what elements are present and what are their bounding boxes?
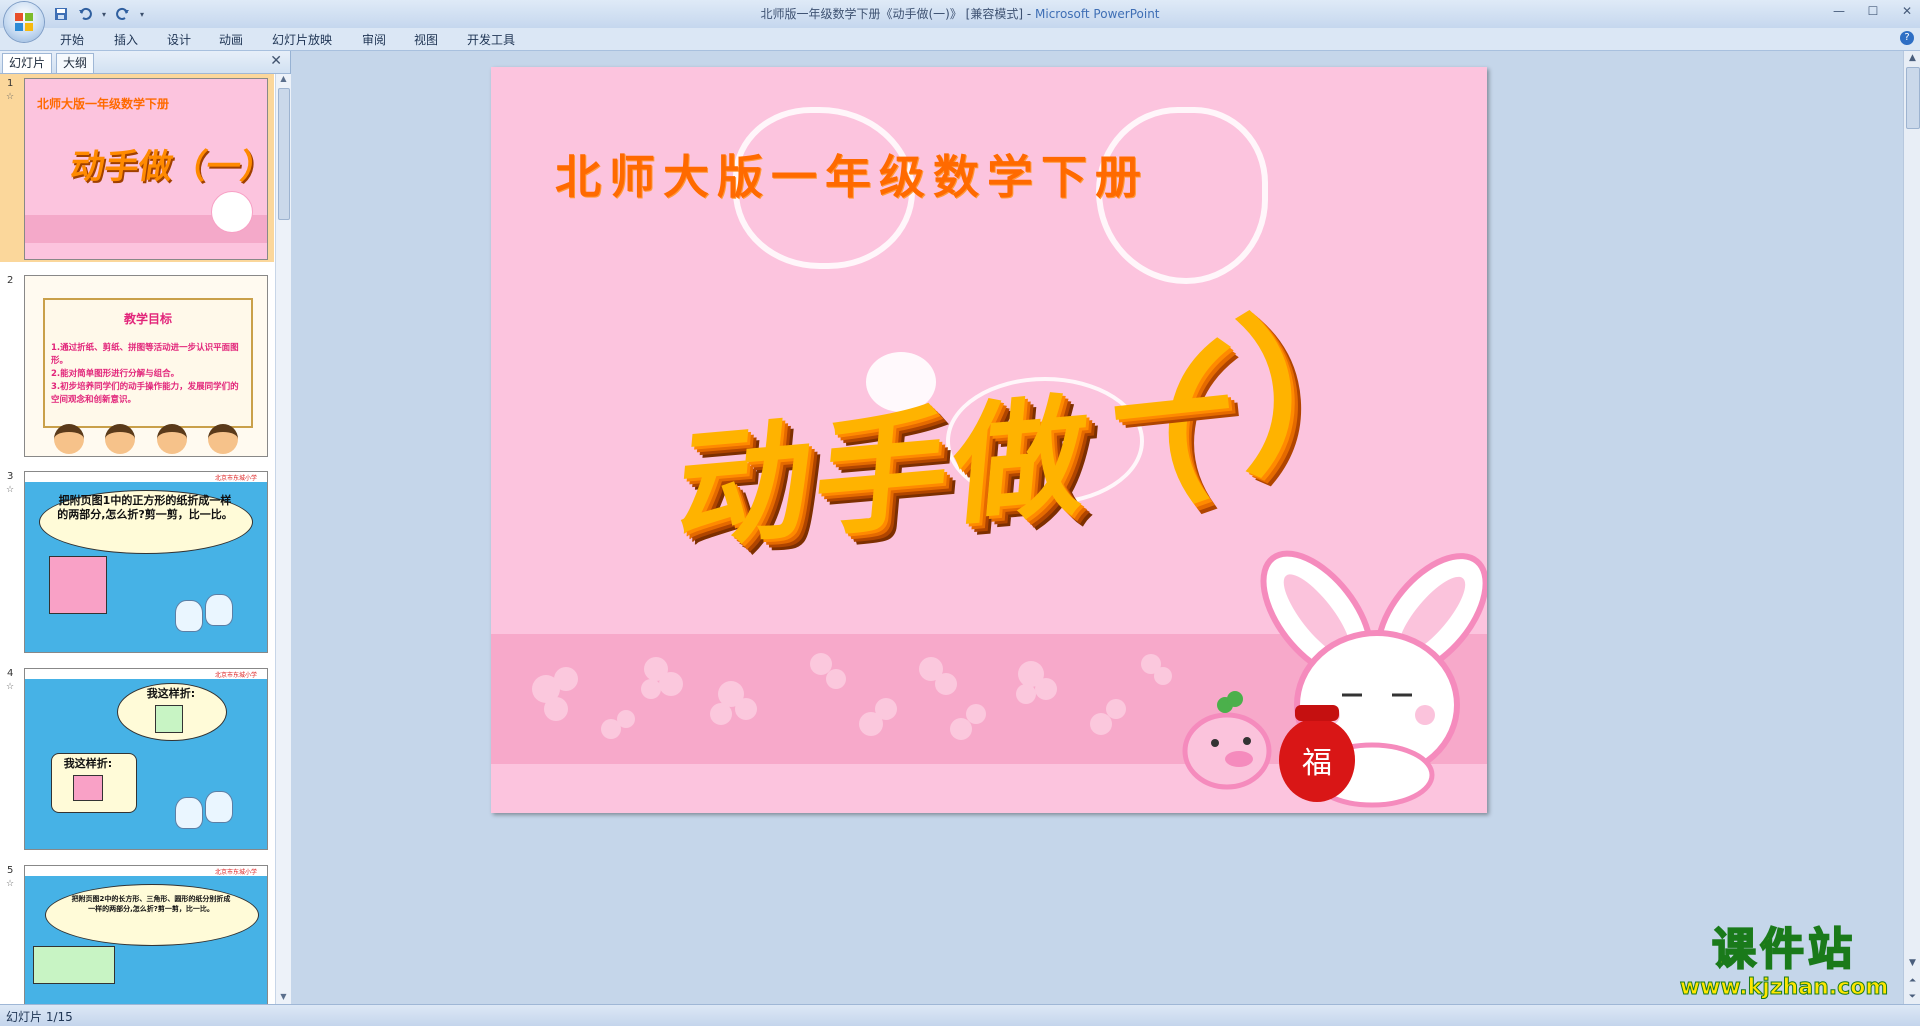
app-name: Microsoft PowerPoint — [1035, 7, 1160, 21]
mini-title: 北师大版一年级数学下册 — [37, 97, 170, 111]
scroll-frame: 教学目标 1.通过折纸、剪纸、拼图等活动进一步认识平面图形。 2.能对简单图形进… — [43, 298, 253, 428]
mini-slide: 教学目标 1.通过折纸、剪纸、拼图等活动进一步认识平面图形。 2.能对简单图形进… — [24, 275, 268, 457]
window-title: 北师版一年级数学下册《动手做(一)》 [兼容模式] - Microsoft Po… — [0, 5, 1920, 22]
robot-icon — [175, 600, 203, 632]
folded-rectangle — [73, 775, 103, 801]
tab-insert[interactable]: 插入 — [114, 31, 138, 48]
slide-counter: 幻灯片 1/15 — [6, 1010, 73, 1024]
current-slide[interactable]: 北师大版一年级数学下册 动手做 （ 一 ） 福 — [491, 67, 1487, 813]
bunny-illustration-icon: 福 — [1182, 550, 1487, 808]
animation-star-icon: ☆ — [6, 879, 15, 889]
watermark-url: www.kjzhan.com — [1679, 975, 1889, 1000]
cloud-text: 把附页图1中的正方形的纸折成一样的两部分,怎么折?剪一剪，比一比。 — [57, 494, 233, 521]
slide-number: 5 — [7, 865, 14, 876]
dash-one: 一 — [1105, 336, 1240, 489]
thumbnail-list: 1 ☆ 北师大版一年级数学下册 动手做（一） 2 教学目标 1.通过折纸、剪纸、… — [0, 74, 274, 1004]
thumbnail-scrollbar[interactable]: ▲ ▼ — [275, 74, 291, 1004]
animation-star-icon: ☆ — [6, 485, 15, 495]
scroll-down-icon[interactable]: ▼ — [276, 992, 291, 1004]
tab-slides[interactable]: 幻灯片 — [2, 53, 53, 73]
tab-animations[interactable]: 动画 — [219, 31, 243, 48]
objective-line: 3.初步培养同学们的动手操作能力，发展同学们的空间观念和创新意识。 — [51, 382, 239, 405]
title-separator: - — [1023, 7, 1035, 21]
scroll-up-icon[interactable]: ▲ — [1904, 53, 1920, 63]
slide-number: 2 — [7, 275, 14, 286]
close-icon[interactable]: ✕ — [1900, 4, 1914, 18]
robot-icon — [205, 594, 233, 626]
robot-icon — [205, 791, 233, 823]
help-icon[interactable]: ? — [1900, 31, 1914, 45]
slide-number: 4 — [7, 668, 14, 679]
mini-lines: 1.通过折纸、剪纸、拼图等活动进一步认识平面图形。 2.能对简单图形进行分解与组… — [51, 342, 247, 407]
tab-review[interactable]: 审阅 — [362, 31, 386, 48]
minimize-icon[interactable]: — — [1832, 4, 1846, 18]
slide-title[interactable]: 北师大版一年级数学下册 — [555, 141, 1149, 207]
next-slide-icon[interactable]: ⏷ — [1904, 992, 1920, 1002]
kid-icon — [53, 424, 84, 454]
maximize-icon[interactable]: ☐ — [1866, 4, 1880, 18]
pane-close-icon[interactable]: ✕ — [270, 53, 282, 69]
pink-square — [49, 556, 107, 614]
mini-slide: 北京市东城小学 我这样折: 我这样折: — [24, 668, 268, 850]
objective-line: 2.能对简单图形进行分解与组合。 — [51, 369, 180, 379]
site-watermark: 课件站 www.kjzhan.com — [1666, 923, 1902, 1002]
window-controls: — ☐ ✕ — [1832, 4, 1914, 18]
thumbnail-slide-1[interactable]: 1 ☆ 北师大版一年级数学下册 动手做（一） — [0, 74, 274, 262]
office-button[interactable] — [4, 2, 44, 42]
scroll-thumb[interactable] — [1906, 67, 1920, 129]
editor-scrollbar[interactable]: ▲ ▼ ⏶ ⏷ — [1903, 51, 1920, 1004]
folded-square — [155, 705, 183, 733]
slides-pane: 幻灯片 大纲 ✕ 1 ☆ 北师大版一年级数学下册 动手做（一） 2 教学目标 1… — [0, 51, 291, 1004]
ribbon-tabs: 开始 插入 设计 动画 幻灯片放映 审阅 视图 开发工具 — [0, 28, 1920, 51]
paren-close: ） — [1230, 289, 1414, 501]
watermark-name: 课件站 — [1711, 923, 1856, 976]
scroll-thumb[interactable] — [278, 88, 290, 220]
office-logo-icon — [15, 13, 33, 31]
kids-illustration — [43, 424, 249, 454]
bunny-icon — [211, 191, 253, 233]
pane-tabs: 幻灯片 大纲 ✕ — [0, 51, 290, 74]
slide-editor: 北师大版一年级数学下册 动手做 （ 一 ） 福 课件站 www.kjzhan.c… — [291, 51, 1903, 1004]
robot-icon — [175, 797, 203, 829]
tab-outline[interactable]: 大纲 — [56, 53, 95, 73]
tab-developer[interactable]: 开发工具 — [467, 31, 515, 48]
status-bar: 幻灯片 1/15 — [0, 1004, 1920, 1026]
thumbnail-slide-3[interactable]: 3 ☆ 北京市东城小学 把附页图1中的正方形的纸折成一样的两部分,怎么折?剪一剪… — [0, 467, 274, 655]
slide-number: 1 — [7, 78, 14, 89]
scroll-up-icon[interactable]: ▲ — [276, 74, 291, 86]
scroll-down-icon[interactable]: ▼ — [1904, 958, 1920, 968]
mini-header: 北京市东城小学 — [214, 475, 257, 482]
previous-slide-icon[interactable]: ⏶ — [1904, 976, 1920, 986]
cloud-text: 我这样折: — [63, 757, 113, 770]
mini-heading: 教学目标 — [123, 312, 172, 326]
kid-icon — [208, 424, 239, 454]
green-rectangle — [33, 946, 115, 984]
animation-star-icon: ☆ — [6, 682, 15, 692]
objective-line: 1.通过折纸、剪纸、拼图等活动进一步认识平面图形。 — [51, 343, 239, 366]
mini-big-title: 动手做（一） — [67, 147, 268, 187]
svg-text:福: 福 — [1302, 746, 1332, 781]
tab-home[interactable]: 开始 — [60, 31, 84, 48]
tab-slideshow[interactable]: 幻灯片放映 — [272, 31, 332, 48]
slide-big-title[interactable]: 动手做 — [670, 350, 1100, 576]
mini-slide: 北京市东城小学 把附页图1中的正方形的纸折成一样的两部分,怎么折?剪一剪，比一比… — [24, 471, 268, 653]
title-bar: ▾ ▾ 北师版一年级数学下册《动手做(一)》 [兼容模式] - Microsof… — [0, 0, 1920, 42]
mini-slide: 北师大版一年级数学下册 动手做（一） — [24, 78, 268, 260]
kid-icon — [156, 424, 187, 454]
mini-slide: 北京市东城小学 把附页图2中的长方形、三角形、圆形的纸分别折成一样的两部分,怎么… — [24, 865, 268, 1004]
slide-number: 3 — [7, 471, 14, 482]
thumbnail-slide-2[interactable]: 2 教学目标 1.通过折纸、剪纸、拼图等活动进一步认识平面图形。 2.能对简单图… — [0, 271, 274, 459]
thumbnail-slide-4[interactable]: 4 ☆ 北京市东城小学 我这样折: 我这样折: — [0, 664, 274, 852]
kid-icon — [105, 424, 136, 454]
tab-design[interactable]: 设计 — [167, 31, 191, 48]
document-title: 北师版一年级数学下册《动手做(一)》 [兼容模式] — [760, 7, 1024, 21]
thumbnail-slide-5[interactable]: 5 ☆ 北京市东城小学 把附页图2中的长方形、三角形、圆形的纸分别折成一样的两部… — [0, 861, 274, 1004]
animation-star-icon: ☆ — [6, 92, 15, 102]
mini-header: 北京市东城小学 — [214, 869, 257, 876]
mini-header: 北京市东城小学 — [214, 672, 257, 679]
cloud-text: 我这样折: — [146, 687, 196, 700]
tab-view[interactable]: 视图 — [414, 31, 438, 48]
cloud-text: 把附页图2中的长方形、三角形、圆形的纸分别折成一样的两部分,怎么折?剪一剪，比一… — [71, 895, 231, 913]
